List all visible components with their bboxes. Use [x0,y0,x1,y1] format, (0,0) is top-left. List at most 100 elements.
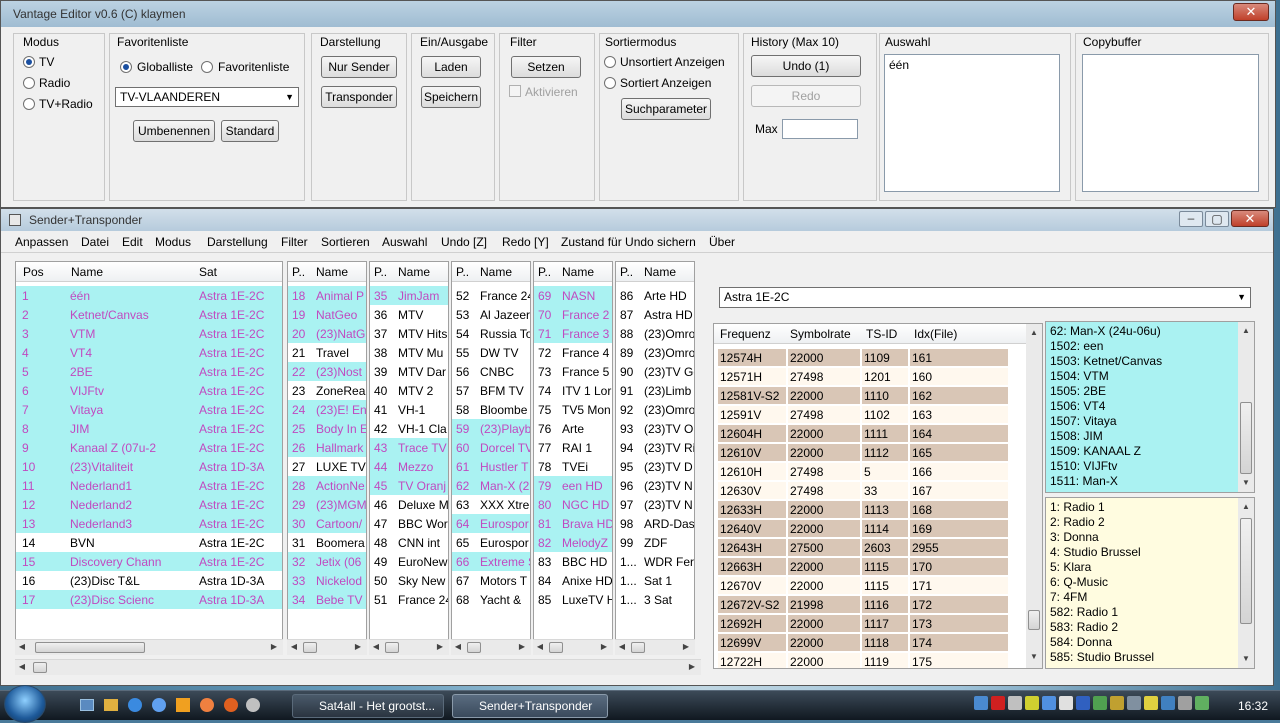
sender-sub-list[interactable]: P.. Name 69 NASN 70 France 2 71 France 3 72 Franc… [533,261,613,645]
transponder-row[interactable]: 12692H 22000 1117 173 [714,614,1024,633]
scrollbar-thumb[interactable] [35,642,145,653]
list-item[interactable]: 584: Donna [1050,635,1112,649]
list-item[interactable]: 1504: VTM [1050,369,1109,383]
scroll-left-icon[interactable]: ◀ [369,642,383,651]
scroll-left-icon[interactable]: ◀ [15,642,29,651]
scroll-left-icon[interactable]: ◀ [451,642,465,651]
list-item[interactable]: 582: Radio 1 [1050,605,1118,619]
table-row[interactable]: 52 France 24 [452,286,530,305]
clock[interactable]: 16:32 [1238,699,1268,713]
table-row[interactable]: 13 Nederland3 Astra 1E-2C [16,514,282,533]
tray-icon[interactable] [1076,696,1090,710]
table-row[interactable]: 39 MTV Dar [370,362,448,381]
table-row[interactable]: 23 ZoneRea [288,381,366,400]
table-row[interactable]: 37 MTV Hits [370,324,448,343]
table-row[interactable]: 28 ActionNe [288,476,366,495]
table-row[interactable]: 40 MTV 2 [370,381,448,400]
table-row[interactable]: 2 Ketnet/Canvas Astra 1E-2C [16,305,282,324]
aktivieren-checkbox[interactable] [509,85,521,97]
list-item[interactable]: 1507: Vitaya [1050,414,1117,428]
table-row[interactable]: 44 Mezzo [370,457,448,476]
table-row[interactable]: 45 TV Oranj [370,476,448,495]
table-row[interactable]: 94 (23)TV Ri [616,438,694,457]
table-row[interactable]: 1... Sat 1 [616,571,694,590]
satellite-combo[interactable]: Astra 1E-2C ▼ [719,287,1251,308]
list-item[interactable]: 6: Q-Music [1050,575,1108,589]
table-row[interactable]: 65 Eurospor [452,533,530,552]
table-row[interactable]: 41 VH-1 [370,400,448,419]
taskbar-sender-button[interactable]: Sender+Transponder [452,694,608,718]
table-row[interactable]: 10 (23)Vitaliteit Astra 1D-3A [16,457,282,476]
table-row[interactable]: 26 Hallmark [288,438,366,457]
start-button[interactable] [4,685,46,723]
menu-item[interactable]: Modus [155,235,191,249]
menu-item[interactable]: Datei [81,235,109,249]
maximize-icon[interactable]: ▢ [1205,211,1229,227]
table-row[interactable]: 1... 3 Sat [616,590,694,609]
scroll-right-icon[interactable]: ▶ [515,642,529,651]
table-row[interactable]: 99 ZDF [616,533,694,552]
table-row[interactable]: 88 (23)Omro [616,324,694,343]
table-row[interactable]: 43 Trace TV [370,438,448,457]
table-row[interactable]: 48 CNN int [370,533,448,552]
scroll-right-icon[interactable]: ▶ [685,662,699,671]
table-row[interactable]: 81 Brava HD [534,514,612,533]
table-row[interactable]: 5 2BE Astra 1E-2C [16,362,282,381]
transponder-row[interactable]: 12604H 22000 1111 164 [714,424,1024,443]
laden-button[interactable]: Laden [421,56,481,78]
transponder-button[interactable]: Transponder [321,86,397,108]
list-item[interactable]: 1511: Man-X [1050,474,1118,488]
menu-item[interactable]: Anpassen [15,235,68,249]
table-row[interactable]: 51 France 24 [370,590,448,609]
list-item[interactable]: 2: Radio 2 [1050,515,1105,529]
table-row[interactable]: 30 Cartoon/ [288,514,366,533]
menu-item[interactable]: Redo [Y] [502,235,549,249]
tray-icon[interactable] [1178,696,1192,710]
table-row[interactable]: 7 Vitaya Astra 1E-2C [16,400,282,419]
scrollbar-thumb[interactable] [1028,610,1040,630]
header-sat[interactable]: Sat [199,265,217,279]
table-row[interactable]: 8 JIM Astra 1E-2C [16,419,282,438]
header-pos[interactable]: P.. [538,265,551,279]
taskbar-sat4all-button[interactable]: Sat4all - Het grootst... [292,694,444,718]
scroll-right-icon[interactable]: ▶ [679,642,693,651]
table-row[interactable]: 46 Deluxe M [370,495,448,514]
transponder-vertical-scrollbar[interactable]: ▲ ▼ [1026,324,1042,668]
table-row[interactable]: 27 LUXE TV [288,457,366,476]
table-row[interactable]: 57 BFM TV [452,381,530,400]
table-row[interactable]: 42 VH-1 Cla [370,419,448,438]
outer-horizontal-scrollbar[interactable]: ◀ ▶ [15,659,701,675]
sub-horizontal-scrollbar[interactable]: ◀ ▶ [533,639,613,655]
tray-icon[interactable] [1042,696,1056,710]
scroll-right-icon[interactable]: ▶ [433,642,447,651]
list-item[interactable]: 7: 4FM [1050,590,1087,604]
header-name[interactable]: Name [398,265,430,279]
mail-icon[interactable] [200,698,214,712]
table-row[interactable]: 98 ARD-Das [616,514,694,533]
modus-tvradio-radio[interactable] [23,98,35,110]
table-row[interactable]: 29 (23)MGM [288,495,366,514]
header-name[interactable]: Name [562,265,594,279]
list-item[interactable]: 1505: 2BE [1050,384,1106,398]
editor-titlebar[interactable]: Vantage Editor v0.6 (C) klaymen ✕ [1,1,1275,27]
globalliste-radio[interactable] [120,61,132,73]
table-row[interactable]: 6 VIJFtv Astra 1E-2C [16,381,282,400]
tray-icon[interactable] [1195,696,1209,710]
transponder-row[interactable]: 12610H 27498 5 166 [714,462,1024,481]
sender-sub-list[interactable]: P.. Name 35 JimJam 36 MTV 37 MTV Hits 38 MTV Mu 39… [369,261,449,645]
tray-icon[interactable] [1161,696,1175,710]
table-row[interactable]: 1... WDR Fer [616,552,694,571]
list-item[interactable]: 585: Studio Brussel [1050,650,1154,664]
list-item[interactable]: 1502: een [1050,339,1103,353]
transponder-row[interactable]: 12640V 22000 1114 169 [714,519,1024,538]
firefox-icon[interactable] [224,698,238,712]
favoritenliste-radio[interactable] [201,61,213,73]
scroll-right-icon[interactable]: ▶ [267,642,281,651]
transponder-row[interactable]: 12591V 27498 1102 163 [714,405,1024,424]
table-row[interactable]: 32 Jetix (06 [288,552,366,571]
tray-icon[interactable] [1093,696,1107,710]
transponder-row[interactable]: 12672V-S2 21998 1116 172 [714,595,1024,614]
table-row[interactable]: 83 BBC HD [534,552,612,571]
table-row[interactable]: 79 een HD [534,476,612,495]
table-row[interactable]: 18 Animal P [288,286,366,305]
